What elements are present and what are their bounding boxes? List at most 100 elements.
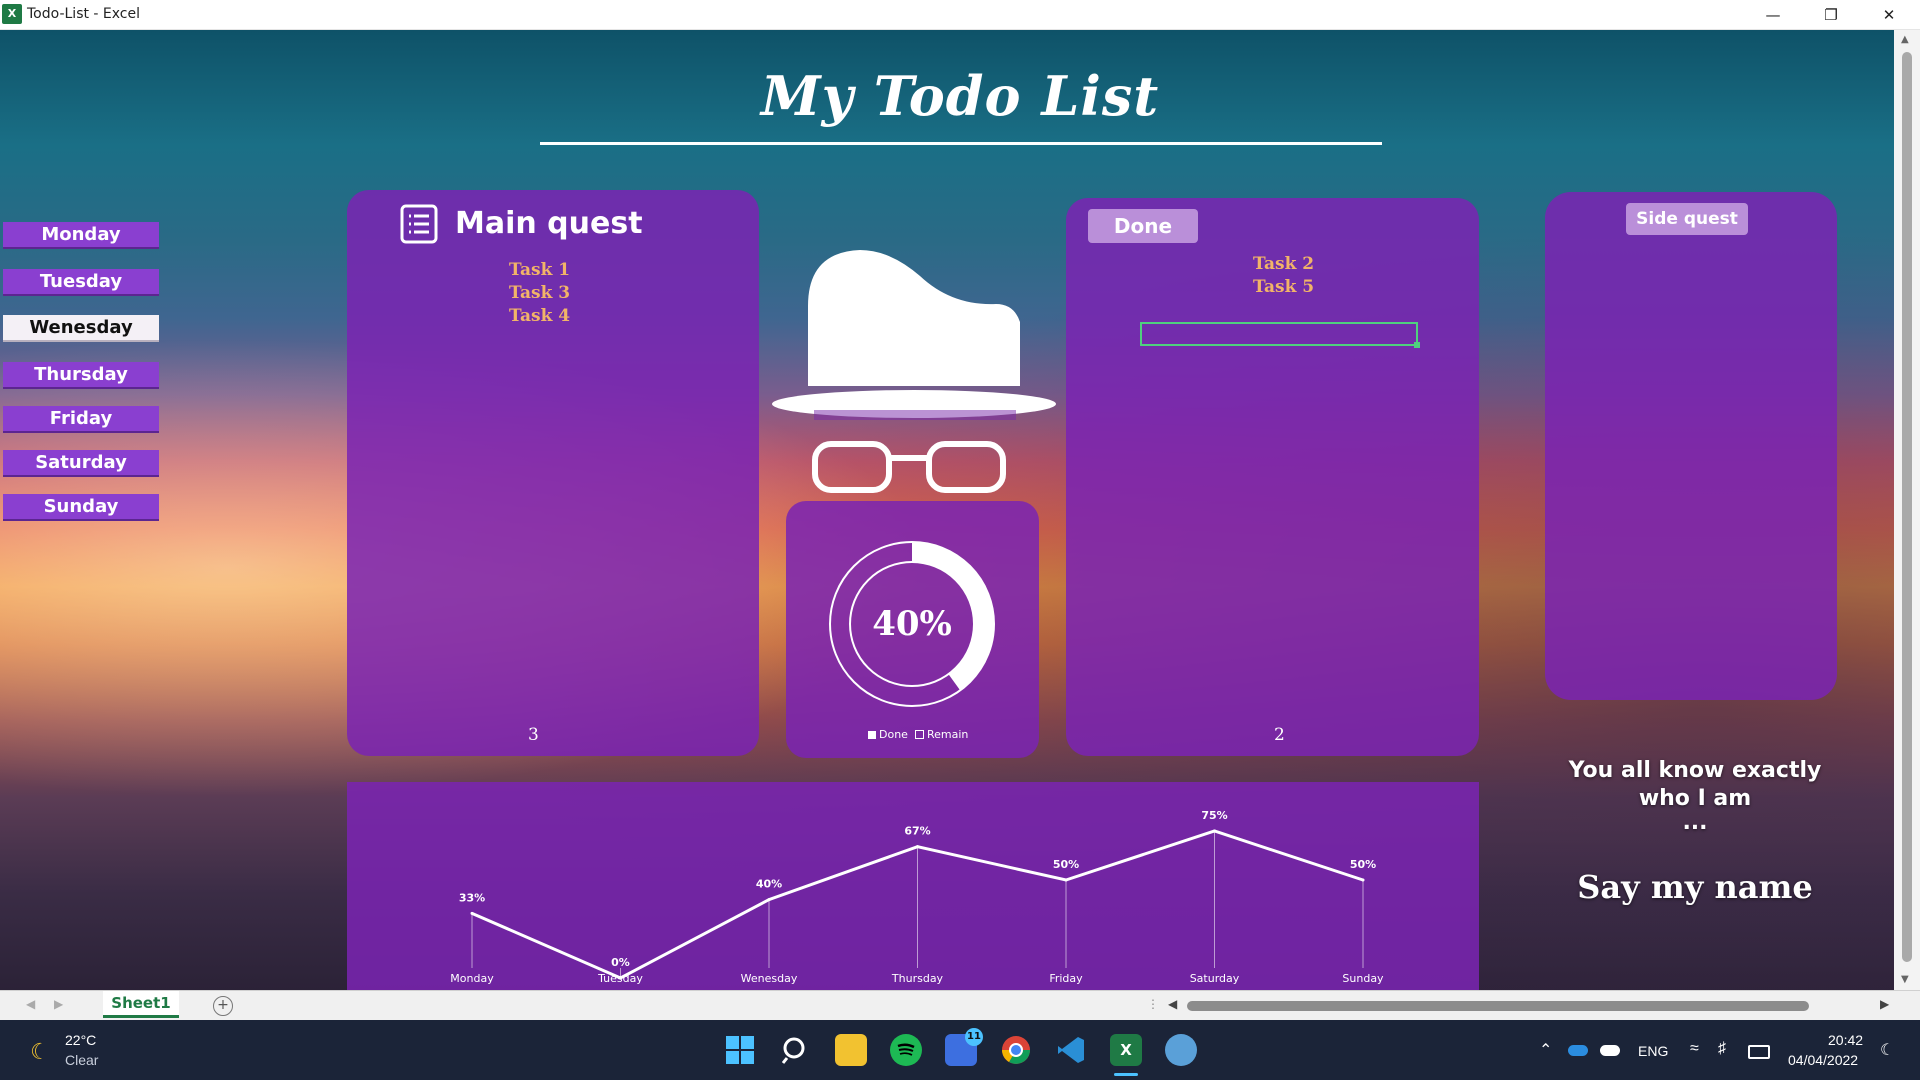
main-quest-task[interactable]: Task 4: [509, 306, 570, 326]
fill-handle[interactable]: [1414, 342, 1420, 348]
chart-data-label: 67%: [904, 825, 930, 838]
title-underline: [540, 142, 1382, 145]
done-title: Done: [1088, 209, 1198, 243]
teams-badge: 11: [965, 1028, 983, 1046]
chart-point: [1213, 829, 1216, 833]
scroll-left-icon[interactable]: ◀: [1168, 997, 1177, 1011]
chart-category-label: Tuesday: [597, 972, 643, 985]
side-quest-title: Side quest: [1626, 203, 1748, 235]
vertical-scroll-thumb[interactable]: [1902, 52, 1912, 962]
main-quest-count: 3: [528, 725, 539, 745]
horizontal-scroll-thumb[interactable]: [1187, 1001, 1809, 1011]
chart-data-label: 40%: [756, 878, 782, 891]
chart-point: [470, 911, 474, 915]
weekly-chart-panel: 33% Monday 0% Tuesday 40% Wenesday 67% Thursday…: [347, 782, 1479, 990]
chart-category-label: Monday: [450, 972, 494, 985]
main-quest-task[interactable]: Task 3: [509, 283, 570, 303]
chart-point: [916, 845, 919, 849]
excel-icon: X: [2, 4, 22, 24]
chart-point: [767, 898, 771, 902]
scroll-right-icon[interactable]: ▶: [1880, 997, 1889, 1011]
window-title: Todo-List - Excel: [27, 6, 141, 22]
language-indicator[interactable]: ENG: [1638, 1043, 1668, 1059]
teams-icon[interactable]: 11: [945, 1028, 983, 1066]
split-handle-icon[interactable]: ⋮: [1147, 997, 1159, 1011]
chart-data-label: 50%: [1053, 858, 1079, 871]
donut-legend: Done Remain: [868, 728, 968, 741]
show-hidden-icons-icon[interactable]: ⌃: [1539, 1040, 1552, 1060]
search-icon[interactable]: [780, 1034, 812, 1066]
add-sheet-icon[interactable]: +: [213, 996, 233, 1016]
minimize-button[interactable]: —: [1744, 0, 1802, 29]
excel-taskbar-icon[interactable]: X: [1110, 1034, 1142, 1066]
day-button-sunday[interactable]: Sunday: [3, 494, 159, 521]
quote-line-3: ...: [1682, 810, 1708, 835]
page-title: My Todo List: [760, 64, 1160, 128]
legend-remain-label: Remain: [926, 728, 969, 741]
day-button-wenesday[interactable]: Wenesday: [3, 315, 159, 342]
chart-point: [1064, 878, 1068, 882]
file-explorer-icon[interactable]: [835, 1034, 867, 1066]
day-button-friday[interactable]: Friday: [3, 406, 159, 433]
next-sheet-icon[interactable]: ▶: [54, 997, 63, 1011]
legend-done-swatch: [868, 730, 876, 739]
day-button-saturday[interactable]: Saturday: [3, 450, 159, 477]
chart-data-label: 33%: [459, 891, 485, 904]
main-quest-task[interactable]: Task 1: [509, 260, 570, 280]
day-button-tuesday[interactable]: Tuesday: [3, 269, 159, 296]
onedrive-icon[interactable]: [1568, 1045, 1588, 1056]
done-task[interactable]: Task 2: [1253, 254, 1314, 274]
clock-time[interactable]: 20:42: [1828, 1032, 1863, 1048]
chart-category-label: Wenesday: [741, 972, 798, 985]
sheet-tab[interactable]: Sheet1: [103, 991, 179, 1018]
scroll-down-icon[interactable]: ▼: [1901, 974, 1909, 985]
weather-desc[interactable]: Clear: [65, 1052, 98, 1068]
legend-done-label: Done: [879, 728, 908, 741]
window-titlebar: X Todo-List - Excel — ❐ ✕: [0, 0, 1920, 30]
progress-donut: 40%: [829, 541, 995, 707]
day-button-monday[interactable]: Monday: [3, 222, 159, 249]
main-quest-panel: Main quest Task 1 Task 3 Task 4 3: [347, 190, 759, 756]
selected-cell[interactable]: [1140, 322, 1420, 348]
chart-data-label: 0%: [611, 956, 630, 969]
day-button-thursday[interactable]: Thursday: [3, 362, 159, 389]
weekly-progress-chart: 33% Monday 0% Tuesday 40% Wenesday 67% Thursday…: [450, 809, 1384, 985]
cloud-icon[interactable]: [1600, 1045, 1620, 1056]
chart-data-label: 50%: [1350, 858, 1376, 871]
wifi-icon[interactable]: ≈: [1690, 1040, 1699, 1058]
clock-date[interactable]: 04/04/2022: [1788, 1052, 1858, 1068]
done-task[interactable]: Task 5: [1253, 277, 1314, 297]
sheet-canvas[interactable]: My Todo List Monday Tuesday Wenesday Thu…: [0, 30, 1894, 990]
list-icon: [400, 204, 438, 244]
side-quest-panel: Side quest: [1545, 192, 1837, 700]
chart-point: [1361, 878, 1365, 882]
chart-category-label: Saturday: [1190, 972, 1240, 985]
chart-category-label: Thursday: [891, 972, 944, 985]
battery-icon[interactable]: [1748, 1045, 1770, 1059]
notifications-icon[interactable]: ☾: [1880, 1040, 1894, 1060]
chart-data-label: 75%: [1201, 809, 1227, 822]
chart-category-label: Friday: [1049, 972, 1083, 985]
vertical-scrollbar[interactable]: ▲ ▼: [1894, 30, 1920, 990]
progress-label: 40%: [872, 604, 952, 644]
close-button[interactable]: ✕: [1860, 0, 1918, 29]
restore-button[interactable]: ❐: [1802, 0, 1860, 29]
volume-icon[interactable]: ♯: [1718, 1040, 1726, 1058]
prev-sheet-icon[interactable]: ◀: [26, 997, 35, 1011]
progress-panel: 40% Done Remain: [786, 501, 1039, 758]
done-count: 2: [1274, 725, 1285, 745]
done-panel: Done Task 2 Task 5 2: [1066, 198, 1479, 756]
spotify-icon[interactable]: [890, 1034, 922, 1066]
vscode-icon[interactable]: [1055, 1034, 1087, 1066]
quote-line-1: You all know exactly: [1568, 758, 1822, 783]
chrome-icon[interactable]: [1000, 1034, 1032, 1066]
windows-start-icon[interactable]: [724, 1034, 756, 1066]
active-app-indicator: [1114, 1073, 1138, 1076]
quote-line-2: who I am: [1638, 786, 1752, 811]
sheet-tab-bar: ◀ ▶ Sheet1 + ⋮ ◀ ▶: [0, 990, 1920, 1021]
legend-remain-swatch: [914, 730, 924, 739]
weather-temp[interactable]: 22°C: [65, 1032, 96, 1048]
paint-icon[interactable]: [1165, 1034, 1197, 1066]
moon-icon: ☾: [30, 1039, 50, 1065]
scroll-up-icon[interactable]: ▲: [1901, 34, 1909, 45]
